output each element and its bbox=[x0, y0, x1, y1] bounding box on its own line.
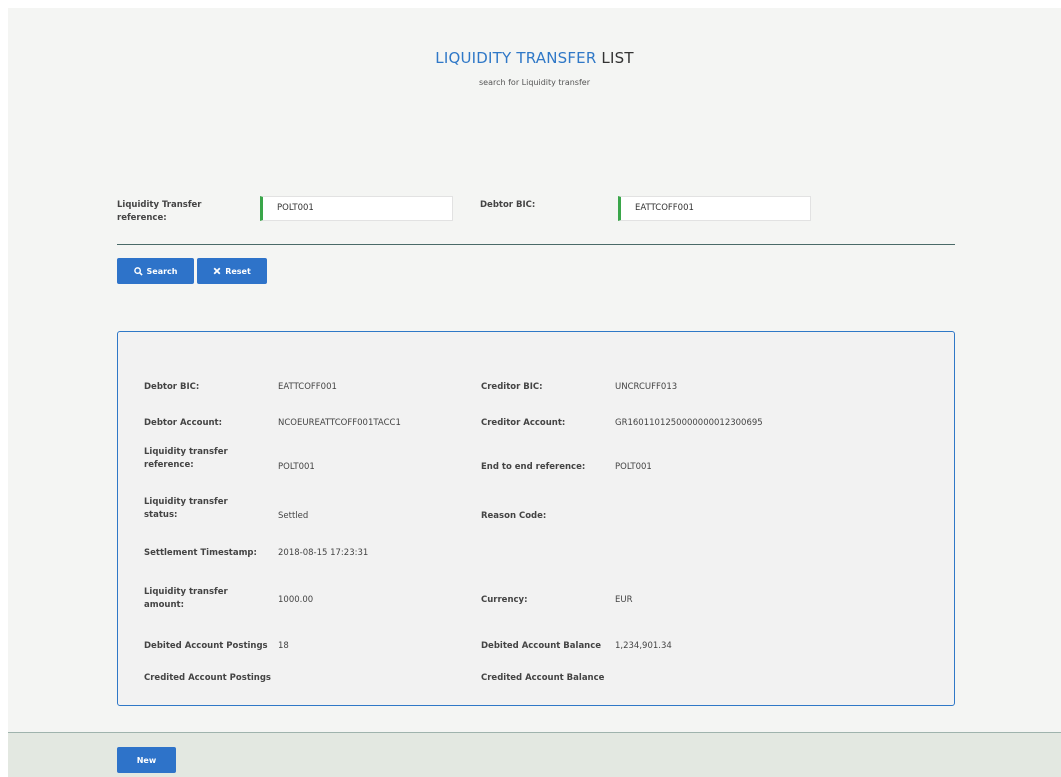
detail-creditor-account-label: Creditor Account: bbox=[481, 418, 566, 428]
search-button-label: Search bbox=[146, 266, 178, 276]
page-title: LIQUIDITY TRANSFER LIST bbox=[8, 49, 1061, 67]
page-subtitle: search for Liquidity transfer bbox=[478, 78, 591, 87]
detail-reason-code-label: Reason Code: bbox=[481, 511, 547, 521]
search-icon bbox=[133, 266, 143, 276]
reset-button[interactable]: Reset bbox=[197, 258, 267, 284]
detail-debtor-bic-value: EATTCOFF001 bbox=[278, 382, 337, 392]
page: LIQUIDITY TRANSFER LIST search for Liqui… bbox=[8, 8, 1061, 777]
reset-button-label: Reset bbox=[225, 266, 251, 276]
detail-debtor-bic-label: Debtor BIC: bbox=[144, 382, 200, 392]
page-title-highlight: LIQUIDITY TRANSFER bbox=[435, 49, 597, 67]
close-icon bbox=[213, 267, 221, 275]
new-button-label: New bbox=[136, 755, 157, 765]
detail-settlement-ts-value: 2018-08-15 17:23:31 bbox=[278, 548, 369, 558]
detail-debtor-account-value: NCOEUREATTCOFF001TACC1 bbox=[278, 418, 401, 428]
detail-creditor-bic-label: Creditor BIC: bbox=[481, 382, 543, 392]
transfer-details-panel: Debtor BIC: EATTCOFF001 Creditor BIC: UN… bbox=[117, 331, 955, 706]
detail-lt-reference-value: POLT001 bbox=[278, 462, 315, 472]
detail-creditor-bic-value: UNCRCUFF013 bbox=[615, 382, 678, 392]
detail-e2e-reference-label: End to end reference: bbox=[481, 462, 586, 472]
detail-lt-status-label: Liquidity transfer status: bbox=[144, 497, 228, 520]
detail-e2e-reference-value: POLT001 bbox=[615, 462, 652, 472]
lt-reference-label: Liquidity Transfer reference: bbox=[117, 200, 202, 223]
detail-debited-balance-value: 1,234,901.34 bbox=[615, 641, 672, 651]
detail-debited-postings-label: Debited Account Postings bbox=[144, 641, 268, 651]
new-button[interactable]: New bbox=[117, 747, 176, 773]
detail-lt-amount-label: Liquidity transfer amount: bbox=[144, 587, 228, 610]
page-title-rest: LIST bbox=[596, 49, 634, 67]
detail-lt-status-value: Settled bbox=[278, 511, 309, 521]
search-button[interactable]: Search bbox=[117, 258, 194, 284]
detail-debited-balance-label: Debited Account Balance bbox=[481, 641, 602, 651]
lt-reference-input[interactable]: POLT001 bbox=[260, 196, 453, 221]
detail-settlement-ts-label: Settlement Timestamp: bbox=[144, 548, 257, 558]
debtor-bic-input[interactable]: EATTCOFF001 bbox=[618, 196, 811, 221]
form-divider bbox=[117, 244, 955, 245]
detail-credited-balance-label: Credited Account Balance bbox=[481, 673, 605, 683]
detail-credited-postings-label: Credited Account Postings bbox=[144, 673, 271, 683]
detail-lt-amount-value: 1000.00 bbox=[278, 595, 314, 605]
detail-debited-postings-value: 18 bbox=[278, 641, 289, 651]
detail-creditor-account-value: GR1601101250000000012300695 bbox=[615, 418, 763, 428]
detail-debtor-account-label: Debtor Account: bbox=[144, 418, 223, 428]
detail-currency-value: EUR bbox=[615, 595, 633, 605]
detail-lt-reference-label: Liquidity transfer reference: bbox=[144, 447, 228, 470]
footer-bar: New bbox=[8, 732, 1061, 777]
detail-currency-label: Currency: bbox=[481, 595, 528, 605]
debtor-bic-label: Debtor BIC: bbox=[480, 200, 536, 210]
